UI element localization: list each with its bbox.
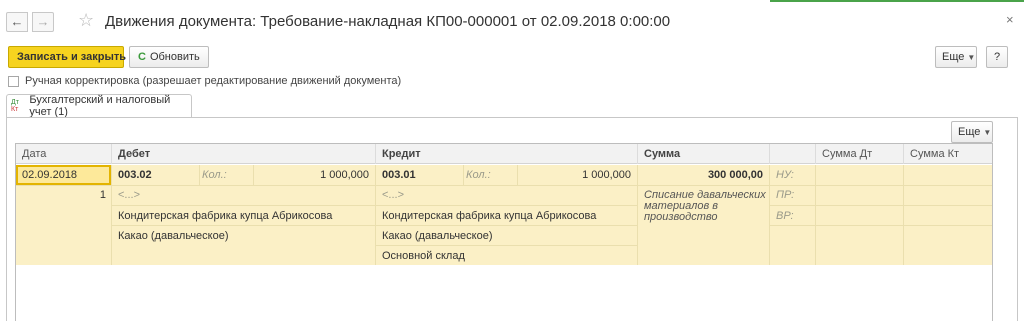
credit-subconto-empty[interactable]: <...> (382, 189, 404, 201)
column-divider (903, 165, 904, 265)
row-divider (770, 225, 992, 226)
header-flags (770, 144, 816, 164)
refresh-button[interactable]: C Обновить (129, 46, 209, 68)
manual-correction-row: Ручная корректировка (разрешает редактир… (8, 74, 401, 88)
credit-subconto-3[interactable]: Основной склад (382, 250, 465, 262)
chevron-down-icon: ▼ (967, 53, 976, 62)
column-divider (517, 165, 518, 185)
header-credit[interactable]: Кредит (376, 144, 638, 164)
more-button[interactable]: Еще ▼ (935, 46, 977, 68)
debit-subconto-empty[interactable]: <...> (118, 189, 140, 201)
table-header: Дата Дебет Кредит Сумма Сумма Дт Сумма К… (16, 144, 992, 164)
table-more-button[interactable]: Еще ▼ (951, 121, 993, 143)
header-sum-dt[interactable]: Сумма Дт (816, 144, 904, 164)
arrow-right-icon: → (36, 14, 50, 29)
refresh-label: Обновить (149, 51, 200, 63)
forward-button[interactable]: → (32, 12, 54, 32)
top-accent-line (0, 0, 1024, 3)
credit-subconto-1[interactable]: Кондитерская фабрика купца Абрикосова (382, 210, 596, 222)
header-sum[interactable]: Сумма (638, 144, 770, 164)
save-and-close-button[interactable]: Записать и закрыть (8, 46, 126, 68)
more-label: Еще (942, 51, 965, 63)
pr-label: ПР: (776, 189, 795, 201)
credit-qty-label: Кол.: (466, 169, 491, 181)
manual-correction-label[interactable]: Ручная корректировка (разрешает редактир… (25, 75, 401, 87)
tab-label: Бухгалтерский и налоговый учет (1) (29, 94, 171, 118)
row-divider (16, 185, 992, 186)
header-date[interactable]: Дата (16, 144, 112, 164)
row-divider (112, 205, 638, 206)
column-divider (253, 165, 254, 185)
debit-subconto-1[interactable]: Кондитерская фабрика купца Абрикосова (118, 210, 332, 222)
active-window-indicator (770, 0, 1024, 2)
nu-label: НУ: (776, 169, 794, 181)
debit-qty[interactable]: 1 000,000 (256, 169, 369, 181)
header-sum-kt[interactable]: Сумма Кт (904, 144, 992, 164)
column-divider (199, 165, 200, 185)
debit-qty-label: Кол.: (202, 169, 227, 181)
titlebar: ← → ☆ Движения документа: Требование-нак… (0, 4, 1024, 38)
table-row[interactable]: 02.09.2018 1 003.02 Кол.: 1 000,000 <...… (16, 165, 992, 265)
debit-glyph: Дт (11, 99, 19, 106)
table-more-label: Еще (958, 126, 981, 138)
column-divider (111, 165, 112, 265)
refresh-icon: C (138, 51, 146, 63)
tab-accounting[interactable]: Дт Кт Бухгалтерский и налоговый учет (1) (6, 94, 192, 118)
manual-correction-checkbox[interactable] (8, 75, 19, 87)
credit-subconto-2[interactable]: Какао (давальческое) (382, 230, 493, 242)
entry-date[interactable]: 02.09.2018 (22, 169, 77, 181)
header-debit[interactable]: Дебет (112, 144, 376, 164)
debit-subconto-2[interactable]: Какао (давальческое) (118, 230, 229, 242)
vr-label: ВР: (776, 210, 794, 222)
register-tabs: Дт Кт Бухгалтерский и налоговый учет (1) (6, 94, 1018, 118)
debit-account[interactable]: 003.02 (118, 169, 152, 181)
page-title: Движения документа: Требование-накладная… (105, 13, 671, 30)
row-divider (770, 205, 992, 206)
debit-credit-icon: Дт Кт (11, 99, 23, 113)
arrow-left-icon: ← (10, 14, 24, 29)
row-divider (112, 225, 638, 226)
column-divider (815, 165, 816, 265)
column-divider (375, 165, 376, 265)
column-divider (637, 165, 638, 265)
row-divider (376, 245, 638, 246)
entry-number: 1 (99, 189, 106, 201)
back-button[interactable]: ← (6, 12, 28, 32)
column-divider (463, 165, 464, 185)
credit-account[interactable]: 003.01 (382, 169, 416, 181)
close-icon[interactable]: × (1006, 12, 1014, 27)
chevron-down-icon: ▼ (983, 128, 992, 137)
help-button[interactable]: ? (986, 46, 1008, 68)
entry-content[interactable]: Списание давальческих материалов в произ… (644, 190, 766, 223)
credit-qty[interactable]: 1 000,000 (520, 169, 631, 181)
entry-sum[interactable]: 300 000,00 (642, 169, 763, 181)
command-bar: Записать и закрыть C Обновить Еще ▼ ? (0, 46, 1024, 72)
column-divider (769, 165, 770, 265)
credit-glyph: Кт (11, 106, 19, 113)
entries-table: Дата Дебет Кредит Сумма Сумма Дт Сумма К… (15, 143, 993, 321)
star-icon[interactable]: ☆ (78, 10, 94, 31)
